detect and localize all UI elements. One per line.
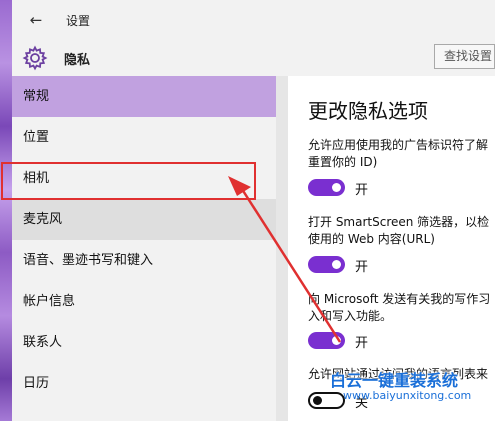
sidebar-item-general[interactable]: 常规 [12,76,276,117]
setting-desc-ad-id-line2: 重置你的 ID) [308,155,378,169]
content-title: 更改隐私选项 [308,99,428,123]
toggle-language-list[interactable] [308,392,345,409]
setting-desc-smartscreen: 打开 SmartScreen 筛选器，以检 [308,215,490,229]
toggle-writing-info[interactable] [308,332,345,349]
sidebar-item-contacts[interactable]: 联系人 [12,322,276,363]
sidebar-scroll-gutter [276,76,288,421]
gear-icon [22,45,48,71]
toggle-label: 开 [355,183,369,198]
watermark-text: 白云一键重装系统 [330,371,459,390]
page-header: 隐私 查找设置 [12,40,495,76]
sidebar: 常规 位置 相机 麦克风 语音、墨迹书写和键入 帐户信息 联系人 日历 [12,76,276,421]
sidebar-item-location[interactable]: 位置 [12,117,276,158]
setting-desc-smartscreen-line2: 使用的 Web 内容(URL) [308,232,435,246]
sidebar-item-microphone[interactable]: 麦克风 [12,199,276,240]
page-title: 隐私 [64,53,91,68]
desktop-background [0,0,12,421]
toggle-label: 开 [355,260,369,275]
toggle-smartscreen[interactable] [308,256,345,273]
watermark-url: www.baiyunxitong.com [343,389,472,402]
setting-desc-ad-id: 允许应用使用我的广告标识符了解 [308,138,489,152]
toggle-ad-id[interactable] [308,179,345,196]
toggle-label: 开 [355,336,369,351]
setting-desc-writing-info-line2: 入和写入功能。 [308,309,393,323]
setting-desc-writing-info: 向 Microsoft 发送有关我的写作习 [308,292,491,306]
title-bar: ← 设置 [12,0,495,40]
annotation-highlight-box [1,162,256,200]
search-input[interactable]: 查找设置 [434,44,495,69]
sidebar-item-speech-inking[interactable]: 语音、墨迹书写和键入 [12,240,276,281]
window-title: 设置 [66,14,91,28]
back-arrow-icon[interactable]: ← [26,10,46,30]
sidebar-item-calendar[interactable]: 日历 [12,363,276,404]
sidebar-item-account-info[interactable]: 帐户信息 [12,281,276,322]
